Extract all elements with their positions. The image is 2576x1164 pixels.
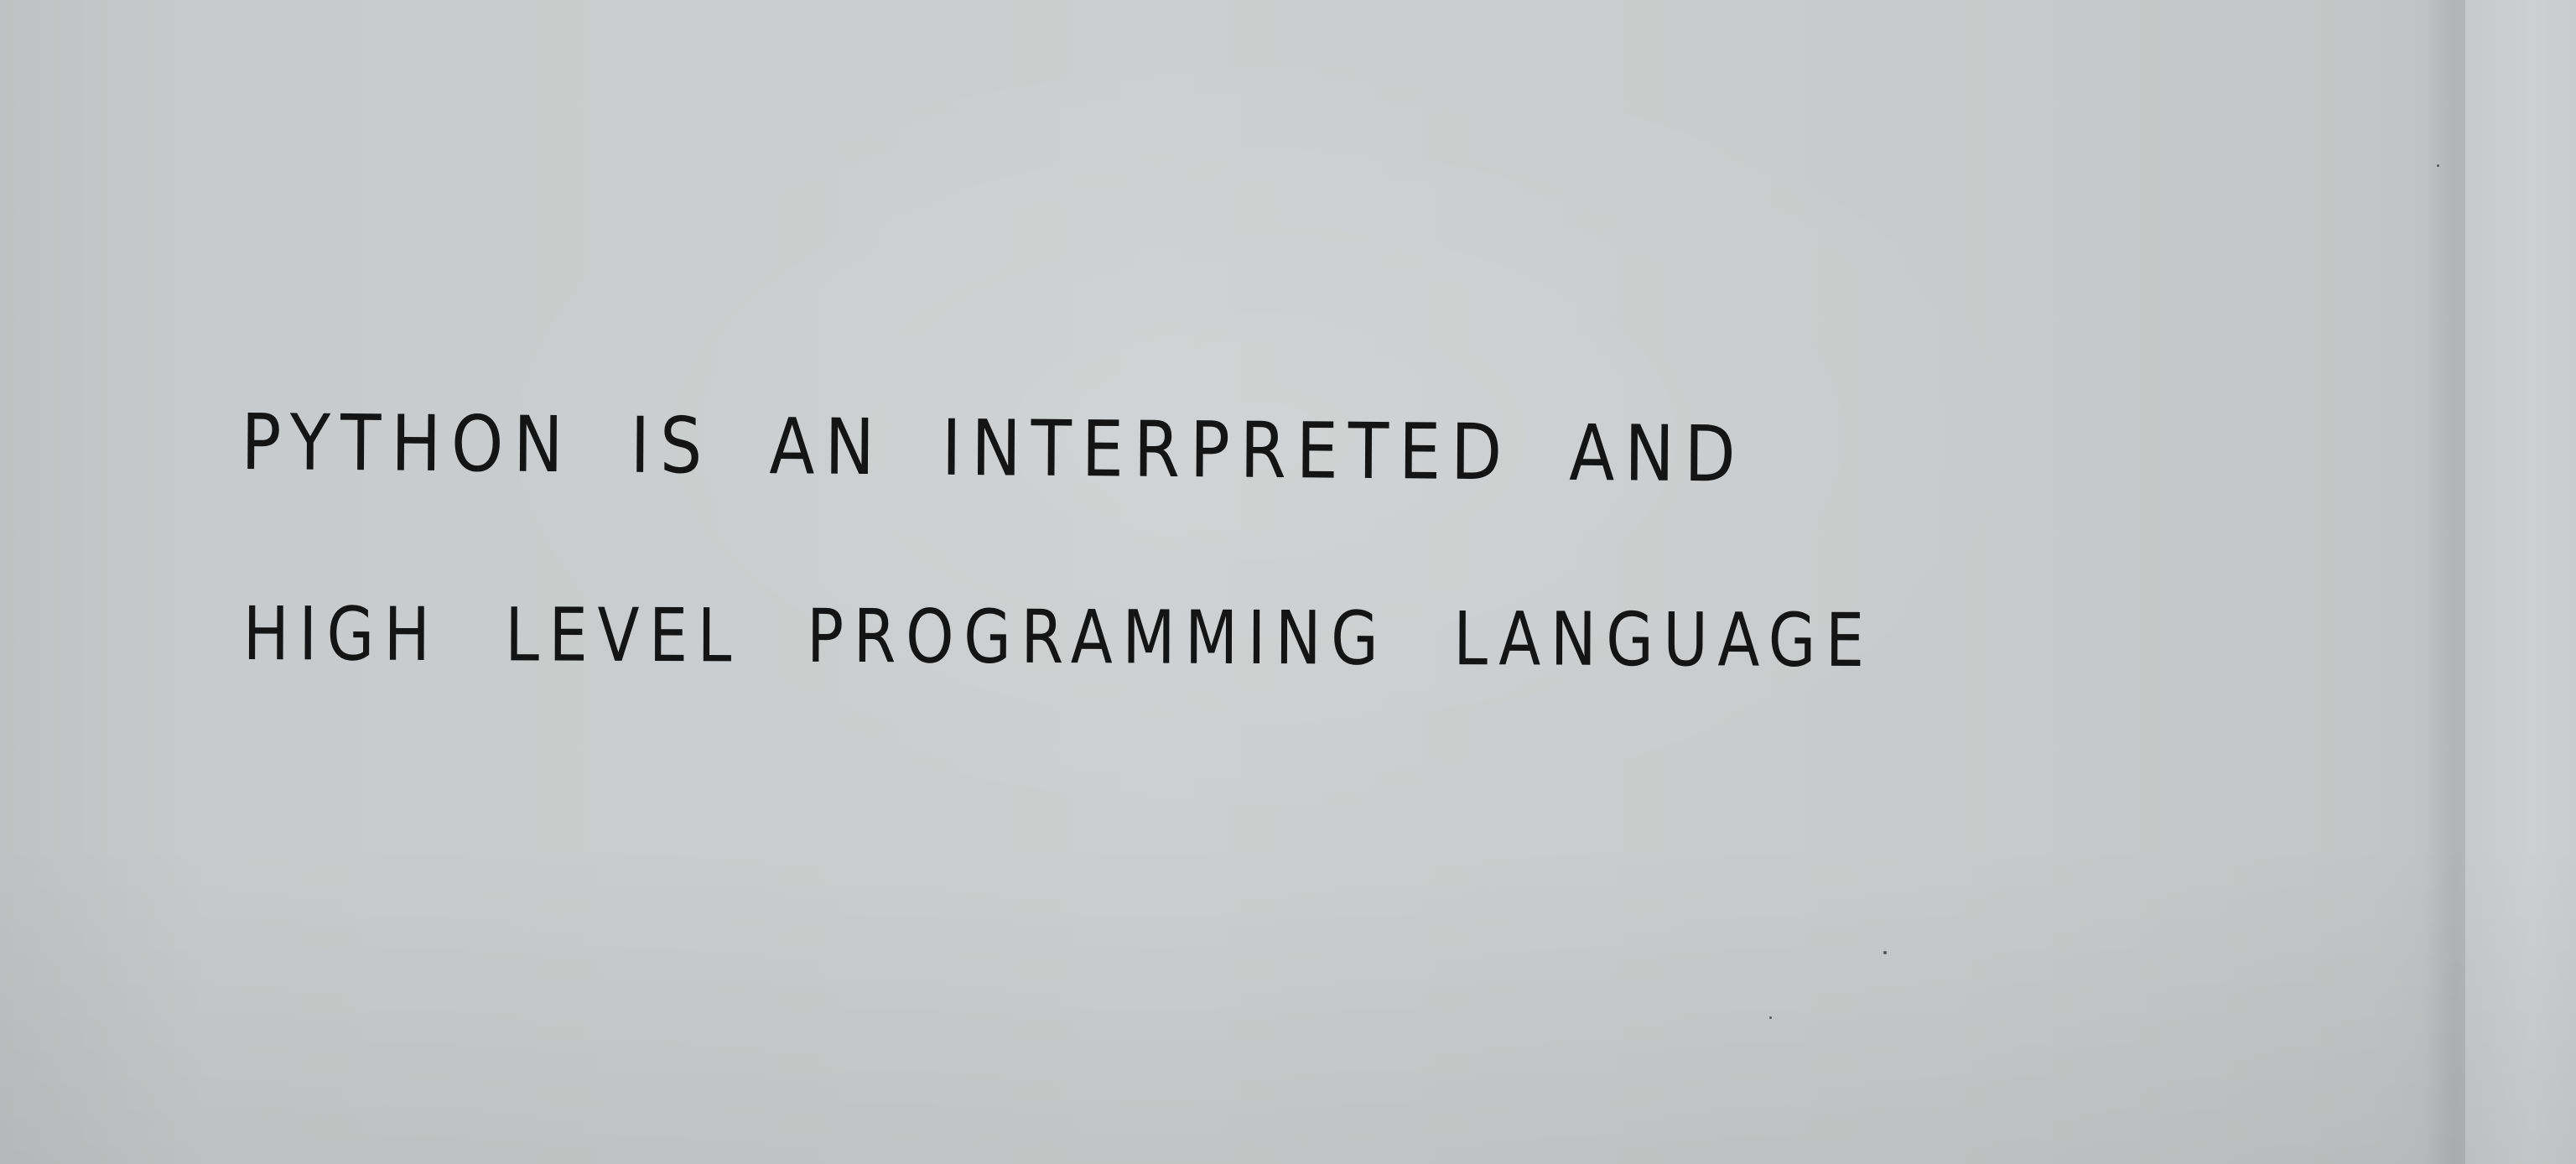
- paper-speck: [1883, 951, 1887, 954]
- paper-speck: [2437, 164, 2439, 167]
- paper-speck: [1769, 1016, 1772, 1019]
- handwritten-line-2: HIGH LEVEL PROGRAMMING LANGUAGE: [242, 590, 1874, 684]
- bottom-shade: [0, 839, 2576, 1164]
- paper-sheet: PYTHON IS AN INTERPRETED AND HIGH LEVEL …: [0, 0, 2576, 1164]
- handwritten-line-1: PYTHON IS AN INTERPRETED AND: [241, 398, 1746, 500]
